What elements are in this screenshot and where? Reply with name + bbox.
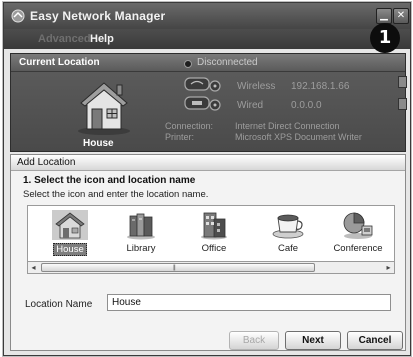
minimize-button[interactable]: ▁ bbox=[376, 8, 392, 24]
wired-adapter-icon bbox=[184, 96, 221, 111]
cafe-icon bbox=[272, 214, 304, 239]
location-option-label: Library bbox=[126, 243, 156, 254]
location-option-library[interactable]: Library bbox=[113, 210, 169, 258]
location-option-house[interactable]: House bbox=[42, 210, 98, 258]
connection-label: Connection: bbox=[165, 121, 214, 131]
title-bar[interactable]: Easy Network Manager ▁ ✕ bbox=[4, 3, 410, 29]
house-icon bbox=[52, 210, 88, 240]
menu-bar: Advanced Help bbox=[4, 29, 410, 49]
location-icon-list: House Library Office Cafe Conference bbox=[27, 205, 395, 262]
menu-help[interactable]: Help bbox=[90, 33, 114, 45]
current-location-heading: Current Location bbox=[19, 57, 100, 68]
location-name-label: Location Name bbox=[25, 299, 93, 310]
location-option-label: House bbox=[53, 243, 87, 256]
connection-status: Disconnected bbox=[197, 57, 258, 68]
scroll-left-arrow-icon[interactable]: ◂ bbox=[28, 262, 39, 273]
step-title: 1. Select the icon and location name bbox=[23, 175, 196, 186]
printer-value: Microsoft XPS Document Writer bbox=[235, 132, 362, 142]
wired-ip: 0.0.0.0 bbox=[291, 100, 322, 111]
scrollbar-thumb[interactable]: ||| bbox=[41, 263, 315, 272]
location-option-conference[interactable]: Conference bbox=[330, 210, 386, 258]
menu-advanced[interactable]: Advanced bbox=[38, 33, 91, 45]
current-location-header: Current Location Disconnected bbox=[11, 54, 405, 72]
step-instructions: Select the icon and enter the location n… bbox=[23, 189, 209, 200]
scroll-right-arrow-icon[interactable]: ▸ bbox=[383, 262, 394, 273]
location-name-input[interactable] bbox=[107, 294, 391, 311]
wireless-ip: 192.168.1.66 bbox=[291, 81, 350, 92]
wired-label: Wired bbox=[237, 100, 264, 111]
window-title: Easy Network Manager bbox=[30, 9, 166, 23]
wireless-adapter-icon bbox=[184, 77, 221, 92]
close-icon: ✕ bbox=[396, 10, 406, 21]
current-location-panel: Current Location Disconnected House Wire… bbox=[10, 53, 407, 152]
wireless-settings-button[interactable] bbox=[398, 76, 407, 88]
cancel-button[interactable]: Cancel bbox=[347, 331, 403, 350]
close-button[interactable]: ✕ bbox=[393, 8, 409, 24]
add-location-heading: Add Location bbox=[17, 157, 76, 168]
add-location-header: Add Location bbox=[11, 155, 405, 171]
location-option-cafe[interactable]: Cafe bbox=[260, 210, 316, 258]
current-location-name: House bbox=[83, 138, 114, 149]
location-option-office[interactable]: Office bbox=[186, 210, 242, 258]
location-option-label: Cafe bbox=[277, 243, 299, 254]
library-icon bbox=[127, 213, 155, 240]
back-button[interactable]: Back bbox=[229, 331, 279, 350]
app-window: Easy Network Manager ▁ ✕ Advanced Help 1… bbox=[3, 2, 411, 356]
grip-icon: ||| bbox=[173, 265, 176, 271]
disconnected-status-icon bbox=[184, 60, 192, 68]
wired-settings-button[interactable] bbox=[398, 98, 407, 110]
minimize-icon: ▁ bbox=[380, 10, 388, 21]
connection-value: Internet Direct Connection bbox=[235, 121, 340, 131]
office-icon bbox=[201, 212, 227, 240]
wireless-label: Wireless bbox=[237, 81, 276, 92]
house-icon bbox=[78, 82, 130, 135]
callout-number-badge: 1 bbox=[370, 23, 400, 53]
location-option-label: Conference bbox=[333, 243, 383, 254]
add-location-panel: Add Location 1. Select the icon and loca… bbox=[10, 154, 406, 351]
location-option-label: Office bbox=[201, 243, 227, 254]
icon-list-scrollbar[interactable]: ◂ ||| ▸ bbox=[27, 261, 395, 274]
app-logo-icon bbox=[11, 9, 25, 23]
printer-label: Printer: bbox=[165, 132, 195, 142]
conference-icon bbox=[343, 212, 373, 239]
next-button[interactable]: Next bbox=[285, 331, 341, 350]
